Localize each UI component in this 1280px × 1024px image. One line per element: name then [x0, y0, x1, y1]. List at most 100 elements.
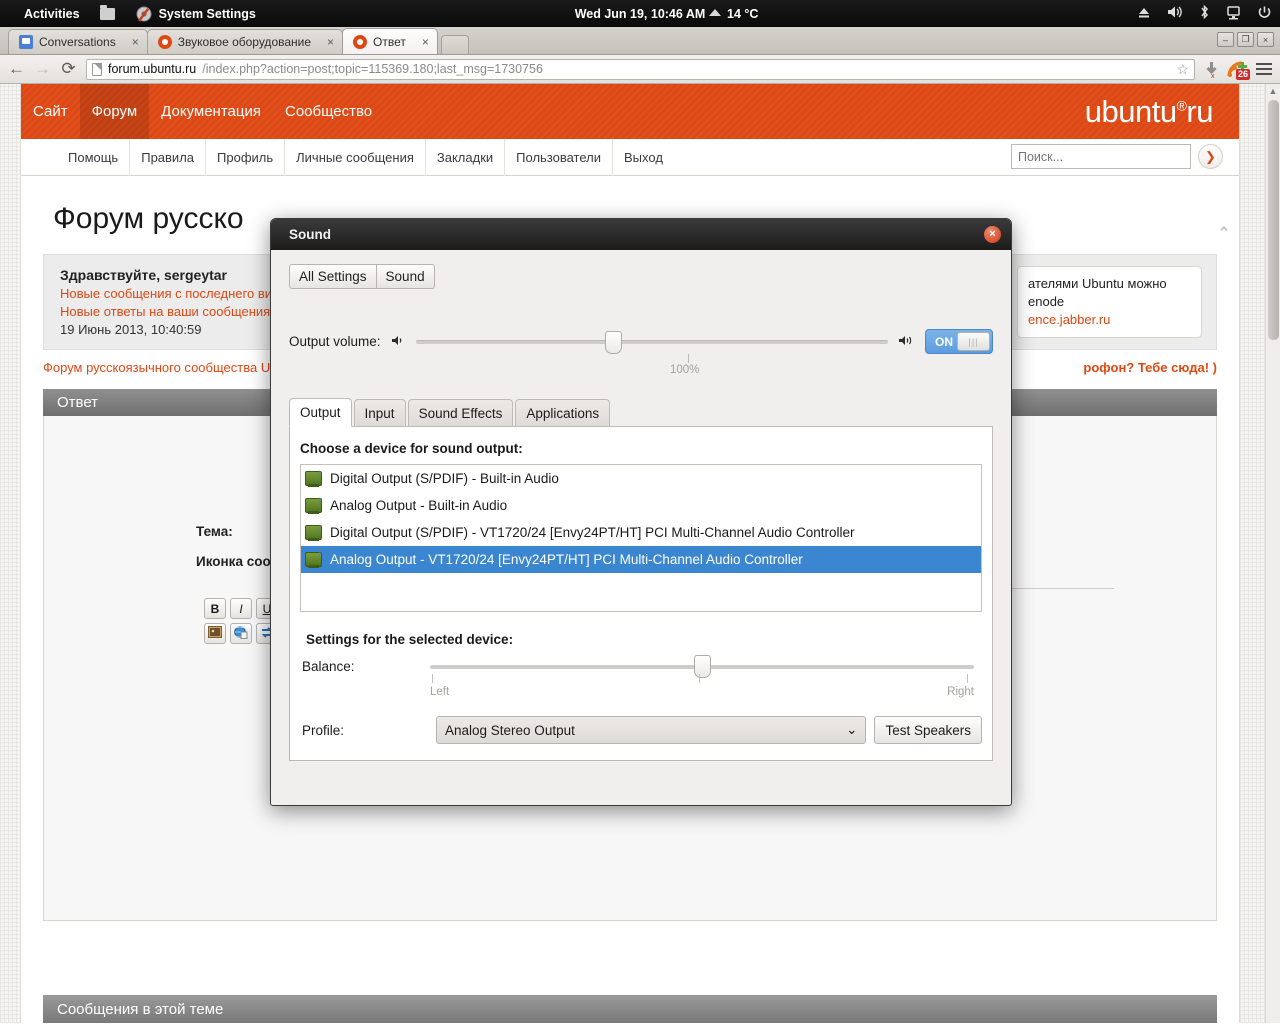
minimize-button[interactable]: –: [1217, 32, 1234, 47]
browser-tab-reply[interactable]: Ответ ×: [342, 28, 438, 54]
info-jabber-link[interactable]: ence.jabber.ru: [1028, 311, 1191, 329]
activities-label: Activities: [24, 6, 80, 21]
balance-slider[interactable]: [430, 654, 974, 678]
volume-tick: [688, 354, 689, 363]
activities-button[interactable]: Activities: [0, 0, 90, 27]
browser-menu-icon[interactable]: [1256, 63, 1272, 75]
site-header: Сайт Форум Документация Сообщество ubunt…: [21, 84, 1239, 139]
close-icon[interactable]: ×: [327, 35, 334, 49]
profile-label: Profile:: [302, 722, 345, 738]
browser-tab-sound-hardware[interactable]: Звуковое оборудование ×: [146, 29, 344, 54]
scrollbar-thumb[interactable]: [1268, 100, 1279, 340]
close-icon[interactable]: ×: [132, 35, 139, 49]
subnav-item-rules[interactable]: Правила: [129, 138, 205, 176]
toggle-knob: |||: [957, 332, 990, 351]
tab-input[interactable]: Input: [353, 399, 406, 426]
scroll-to-top-icon[interactable]: ⌃: [1217, 224, 1231, 244]
forum-description-right[interactable]: рофон? Тебе сюда! ): [1083, 360, 1217, 375]
search-area: ❯: [1011, 144, 1223, 169]
subnav-item-help[interactable]: Помощь: [57, 139, 129, 176]
url-path: /index.php?action=post;topic=115369.180;…: [202, 62, 543, 76]
address-bar[interactable]: forum.ubuntu.ru/index.php?action=post;to…: [86, 58, 1195, 80]
site-nav-sait[interactable]: Сайт: [21, 84, 80, 139]
test-speakers-button[interactable]: Test Speakers: [874, 716, 982, 744]
bold-button[interactable]: B: [204, 598, 226, 619]
bluetooth-icon[interactable]: [1199, 4, 1210, 23]
device-name: Analog Output - VT1720/24 [Envy24PT/HT] …: [330, 552, 803, 567]
close-button[interactable]: ×: [1257, 32, 1274, 47]
download-icon[interactable]: x: [1204, 61, 1218, 80]
list-item[interactable]: Analog Output - Built-in Audio: [301, 492, 981, 519]
profile-value: Analog Stereo Output: [445, 722, 575, 738]
profile-select[interactable]: Analog Stereo Output ⌄: [436, 716, 867, 744]
subnav-item-profile[interactable]: Профиль: [205, 138, 284, 176]
tab-strip: Conversations × Звуковое оборудование × …: [0, 27, 1280, 55]
dialog-titlebar[interactable]: Sound ×: [271, 219, 1011, 250]
display-icon[interactable]: [1226, 5, 1241, 23]
dialog-body: All Settings Sound Output volume: ON |||…: [271, 250, 1011, 761]
folder-icon: [99, 4, 115, 20]
weather-temp: 14 °C: [727, 6, 759, 21]
maximize-button[interactable]: ❐: [1237, 32, 1254, 47]
output-device-list[interactable]: Digital Output (S/PDIF) - Built-in Audio…: [300, 464, 982, 612]
bbcode-toolbar: B I U: [204, 598, 278, 644]
subnav-item-logout[interactable]: Выход: [612, 138, 674, 176]
site-nav-community[interactable]: Сообщество: [273, 84, 384, 139]
power-icon[interactable]: [1257, 5, 1272, 23]
tab-applications[interactable]: Applications: [515, 399, 611, 426]
search-submit-icon[interactable]: ❯: [1198, 144, 1223, 169]
eject-icon[interactable]: [1137, 6, 1151, 22]
insert-image-button[interactable]: [204, 623, 226, 644]
balance-scale: Left Right: [430, 674, 974, 704]
list-item[interactable]: Digital Output (S/PDIF) - Built-in Audio: [301, 465, 981, 492]
brand-registered-icon: ®: [1176, 97, 1187, 114]
conversations-icon: [19, 35, 33, 49]
browser-tab-conversations[interactable]: Conversations ×: [8, 29, 148, 54]
bookmark-star-icon[interactable]: ☆: [1176, 61, 1189, 78]
balance-left-label: Left: [430, 686, 450, 698]
new-tab-button[interactable]: [440, 35, 469, 54]
back-icon[interactable]: ←: [8, 59, 25, 79]
site-nav-documentation[interactable]: Документация: [149, 84, 273, 139]
subnav-item-private-messages[interactable]: Личные сообщения: [284, 138, 425, 176]
weather-indicator[interactable]: 14 °C: [708, 7, 758, 21]
rss-badge-count: 26: [1235, 69, 1250, 80]
list-item[interactable]: Digital Output (S/PDIF) - VT1720/24 [Env…: [301, 519, 981, 546]
search-input[interactable]: [1011, 144, 1191, 169]
breadcrumb-all-settings[interactable]: All Settings: [289, 264, 377, 289]
tab-output[interactable]: Output: [289, 398, 352, 427]
sound-on-off-toggle[interactable]: ON |||: [925, 329, 993, 354]
forum-description-left[interactable]: Форум русскоязычного сообщества Ub: [43, 360, 277, 375]
page-scrollbar[interactable]: ▲: [1265, 84, 1280, 1023]
app-menu[interactable]: System Settings: [125, 0, 266, 27]
cloud-icon: [708, 7, 722, 21]
sound-card-icon: [305, 549, 322, 568]
list-item-selected[interactable]: Analog Output - VT1720/24 [Envy24PT/HT] …: [301, 546, 981, 573]
volume-slider-handle[interactable]: [604, 330, 622, 354]
sound-tabs: Output Input Sound Effects Applications: [289, 398, 993, 427]
chevron-down-icon: ⌄: [846, 722, 858, 737]
close-icon[interactable]: ×: [984, 226, 1001, 243]
balance-right-label: Right: [947, 686, 974, 698]
settings-for-device-label: Settings for the selected device:: [306, 632, 514, 647]
rss-extension-icon[interactable]: 26: [1227, 60, 1250, 80]
balance-row: Balance:: [300, 654, 982, 678]
volume-slider[interactable]: [415, 330, 888, 354]
subnav-item-users[interactable]: Пользователи: [504, 138, 612, 176]
scroll-up-arrow-icon[interactable]: ▲: [1266, 84, 1280, 96]
insert-link-button[interactable]: [230, 623, 252, 644]
volume-low-icon: [391, 334, 406, 350]
site-nav-forum[interactable]: Форум: [79, 84, 150, 139]
forward-icon[interactable]: →: [34, 59, 51, 79]
breadcrumb-sound[interactable]: Sound: [376, 264, 435, 289]
app-name-label: System Settings: [158, 6, 256, 21]
site-logo[interactable]: ubuntu®ru: [1085, 94, 1214, 130]
files-indicator[interactable]: [90, 0, 125, 27]
italic-button[interactable]: I: [230, 598, 252, 619]
volume-icon[interactable]: [1167, 5, 1183, 22]
close-icon[interactable]: ×: [422, 35, 429, 49]
tab-sound-effects[interactable]: Sound Effects: [407, 399, 514, 426]
reload-icon[interactable]: ⟳: [60, 59, 77, 79]
device-name: Digital Output (S/PDIF) - Built-in Audio: [330, 471, 559, 486]
subnav-item-bookmarks[interactable]: Закладки: [424, 138, 504, 176]
